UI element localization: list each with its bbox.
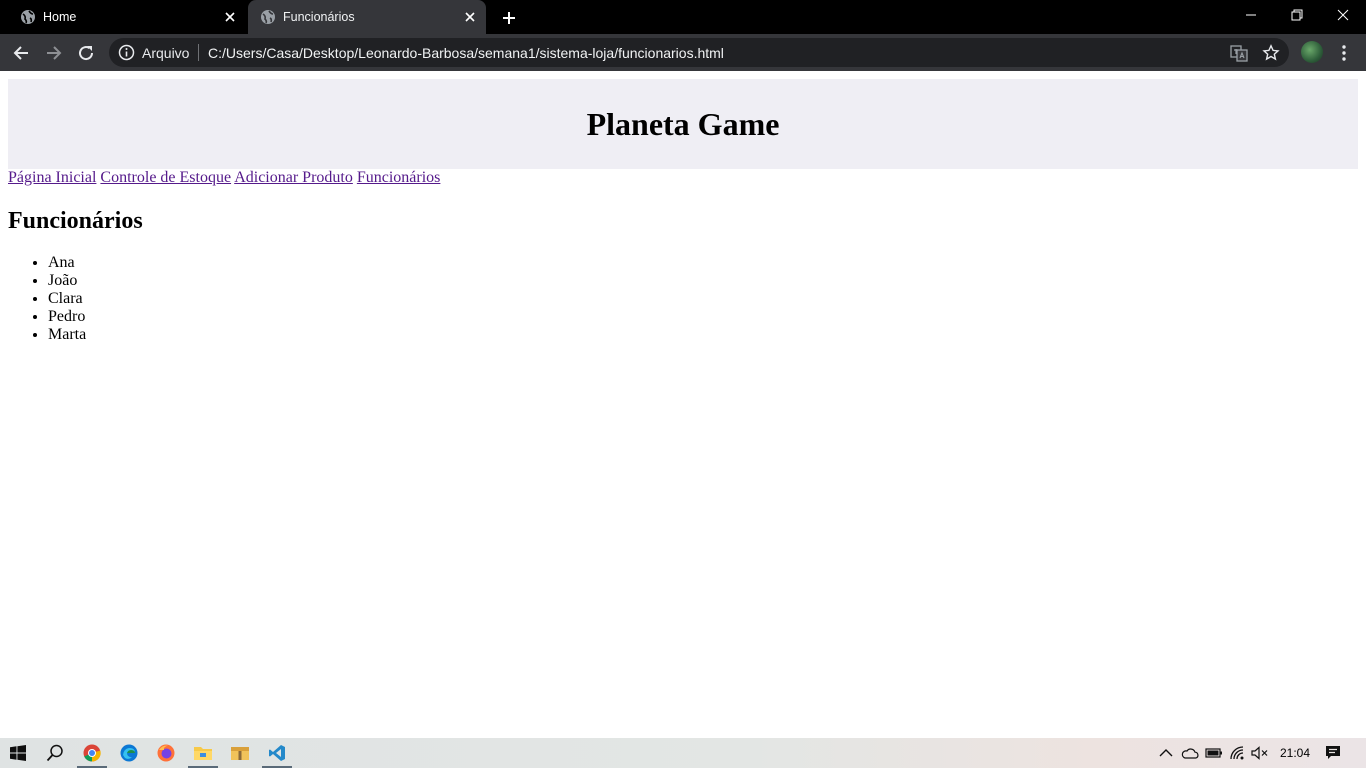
page-viewport: Planeta Game Página Inicial Controle de …: [0, 71, 1366, 738]
globe-icon: [260, 9, 276, 25]
file-explorer-icon[interactable]: [185, 738, 221, 768]
nav-link-adicionar-produto[interactable]: Adicionar Produto: [234, 169, 353, 186]
nav-link-funcionarios[interactable]: Funcionários: [357, 169, 441, 186]
onedrive-icon[interactable]: [1181, 744, 1199, 762]
close-icon[interactable]: [460, 7, 480, 27]
tab-strip: Home Funcionários: [0, 0, 1366, 34]
windows-taskbar: 21:04: [0, 738, 1366, 768]
clock[interactable]: 21:04: [1280, 746, 1310, 760]
firefox-icon[interactable]: [148, 738, 184, 768]
browser-toolbar: Arquivo C:/Users/Casa/Desktop/Leonardo-B…: [0, 34, 1366, 71]
tab-title: Funcionários: [283, 10, 355, 24]
site-title: Planeta Game: [586, 106, 780, 142]
translate-icon[interactable]: [1230, 44, 1248, 62]
list-item: Marta: [48, 326, 86, 344]
site-header: Planeta Game: [8, 79, 1358, 169]
globe-icon: [20, 9, 36, 25]
list-item: João: [48, 272, 86, 290]
bookmark-star-icon[interactable]: [1262, 44, 1280, 62]
employee-list: Ana João Clara Pedro Marta: [48, 254, 86, 344]
profile-avatar[interactable]: [1301, 41, 1323, 63]
nav-link-controle-estoque[interactable]: Controle de Estoque: [100, 169, 231, 186]
speaker-muted-icon[interactable]: [1251, 744, 1269, 762]
archive-icon[interactable]: [222, 738, 258, 768]
tab-title: Home: [43, 10, 77, 24]
page-heading: Funcionários: [8, 208, 143, 234]
back-icon[interactable]: [9, 41, 33, 65]
window-close-icon[interactable]: [1320, 0, 1366, 30]
tab-funcionarios[interactable]: Funcionários: [248, 0, 486, 34]
reload-icon[interactable]: [74, 41, 98, 65]
nav-link-pagina-inicial[interactable]: Página Inicial: [8, 169, 96, 186]
chevron-up-icon[interactable]: [1157, 744, 1175, 762]
close-icon[interactable]: [220, 7, 240, 27]
battery-icon[interactable]: [1205, 744, 1223, 762]
forward-icon[interactable]: [42, 41, 66, 65]
info-icon[interactable]: [118, 44, 135, 61]
menu-dots-icon[interactable]: [1336, 41, 1352, 65]
list-item: Ana: [48, 254, 86, 272]
tab-home[interactable]: Home: [8, 0, 246, 34]
list-item: Pedro: [48, 308, 86, 326]
edge-icon[interactable]: [111, 738, 147, 768]
url-text[interactable]: C:/Users/Casa/Desktop/Leonardo-Barbosa/s…: [208, 45, 724, 61]
omnibox-separator: [198, 44, 199, 61]
notifications-icon[interactable]: [1324, 744, 1342, 762]
address-bar[interactable]: Arquivo C:/Users/Casa/Desktop/Leonardo-B…: [109, 38, 1289, 67]
search-icon[interactable]: [37, 738, 73, 768]
wifi-icon[interactable]: [1229, 744, 1247, 762]
restore-icon[interactable]: [1274, 0, 1320, 30]
chrome-icon[interactable]: [74, 738, 110, 768]
vscode-icon[interactable]: [259, 738, 295, 768]
new-tab-icon[interactable]: [498, 7, 520, 29]
minimize-icon[interactable]: [1228, 0, 1274, 30]
security-chip-label: Arquivo: [142, 45, 190, 61]
main-nav: Página Inicial Controle de Estoque Adici…: [8, 169, 440, 187]
start-icon[interactable]: [0, 738, 36, 768]
list-item: Clara: [48, 290, 86, 308]
